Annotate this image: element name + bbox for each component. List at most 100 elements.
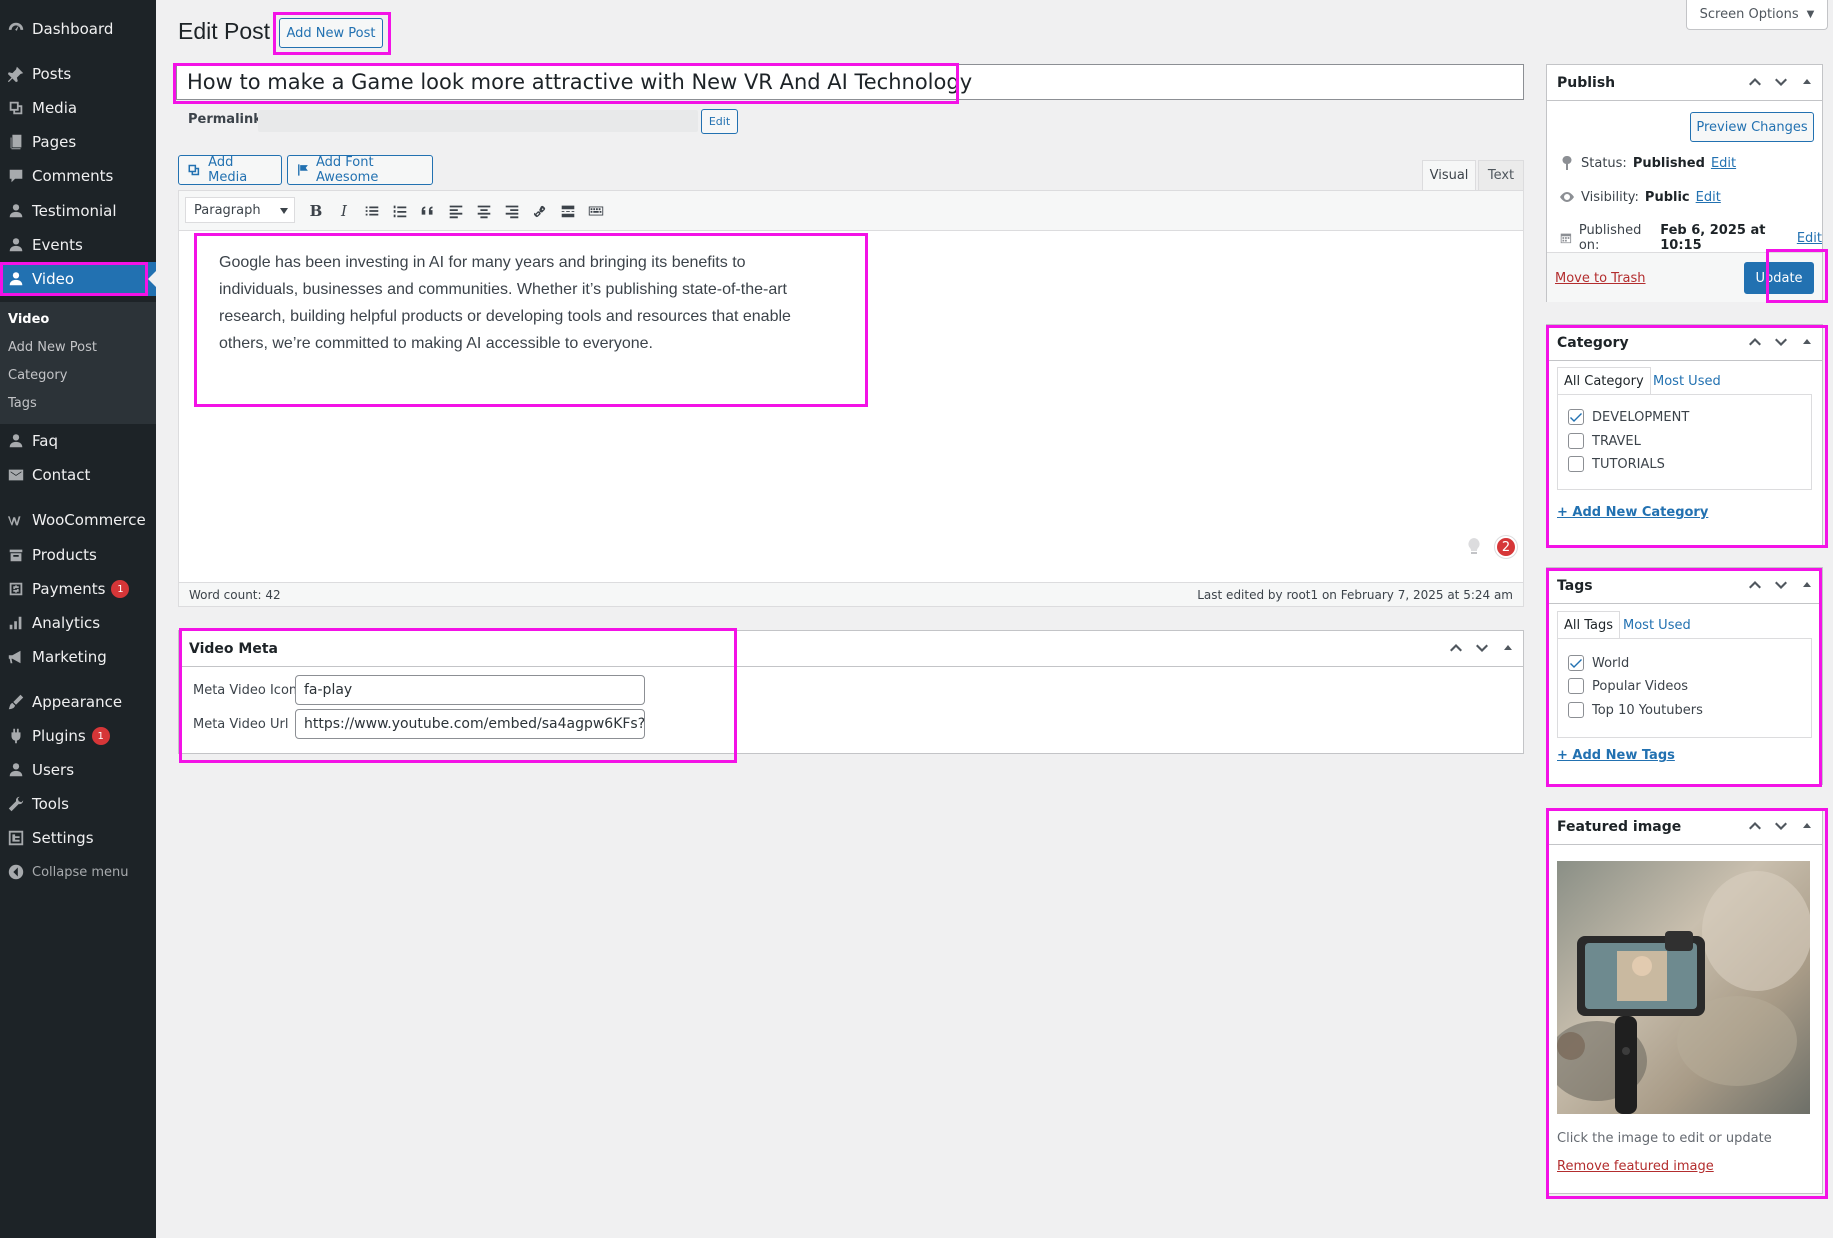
preview-changes-button[interactable]: Preview Changes: [1690, 112, 1814, 142]
tab-visual[interactable]: Visual: [1422, 160, 1476, 190]
toolbar-toggle-icon[interactable]: [583, 199, 609, 223]
chevron-up-icon[interactable]: [1746, 576, 1764, 594]
sidebar-item-pages[interactable]: Pages: [0, 125, 156, 159]
sidebar-item-contact[interactable]: Contact: [0, 458, 156, 492]
editor-content[interactable]: Google has been investing in AI for many…: [219, 249, 819, 357]
sidebar-item-payments[interactable]: Payments 1: [0, 572, 156, 606]
sidebar-item-products[interactable]: Products: [0, 538, 156, 572]
blockquote-icon[interactable]: [415, 199, 441, 223]
tag-item-world[interactable]: World: [1568, 655, 1629, 671]
sidebar-item-users[interactable]: Users: [0, 753, 156, 787]
sidebar-collapse-menu[interactable]: Collapse menu: [0, 855, 156, 889]
tab-all-category[interactable]: All Category: [1557, 367, 1651, 395]
sidebar-item-media[interactable]: Media: [0, 91, 156, 125]
caret-up-icon[interactable]: [1499, 639, 1517, 657]
link-icon[interactable]: [527, 199, 553, 223]
align-right-icon[interactable]: [499, 199, 525, 223]
sidebar-item-posts[interactable]: Posts: [0, 57, 156, 91]
bullet-list-icon[interactable]: [359, 199, 385, 223]
sidebar-item-events[interactable]: Events: [0, 228, 156, 262]
visibility-edit-link[interactable]: Edit: [1696, 190, 1721, 205]
move-to-trash-link[interactable]: Move to Trash: [1555, 271, 1646, 286]
submenu-tags[interactable]: Tags: [8, 396, 37, 411]
caret-up-icon[interactable]: [1798, 333, 1816, 351]
checkbox-unchecked[interactable]: [1568, 702, 1584, 718]
status-row: Status: Published Edit: [1559, 155, 1736, 171]
category-item-travel[interactable]: TRAVEL: [1568, 433, 1641, 449]
chevron-up-icon[interactable]: [1746, 333, 1764, 351]
update-button[interactable]: Update: [1744, 262, 1814, 294]
featured-image-thumbnail[interactable]: [1557, 861, 1810, 1114]
sidebar-item-testimonial[interactable]: Testimonial: [0, 194, 156, 228]
checkbox-unchecked[interactable]: [1568, 678, 1584, 694]
sidebar-item-tools[interactable]: Tools: [0, 787, 156, 821]
chevron-up-icon[interactable]: [1447, 639, 1465, 657]
add-new-tags-link[interactable]: + Add New Tags: [1557, 748, 1675, 763]
sidebar-item-video[interactable]: Video: [0, 262, 156, 296]
bold-icon[interactable]: B: [303, 199, 329, 223]
meta-video-url-input[interactable]: https://www.youtube.com/embed/sa4agpw6KF…: [295, 709, 645, 739]
format-select[interactable]: Paragraph: [185, 197, 295, 223]
meta-video-icon-input[interactable]: fa-play: [295, 675, 645, 705]
sidebar-item-comments[interactable]: Comments: [0, 159, 156, 193]
publish-header: Publish: [1547, 65, 1822, 101]
lightbulb-icon[interactable]: [1466, 537, 1482, 557]
chevron-down-icon[interactable]: [1473, 639, 1491, 657]
grammarly-badge[interactable]: 2: [1495, 536, 1517, 558]
caret-up-icon[interactable]: [1798, 73, 1816, 91]
sidebar-item-woocommerce[interactable]: WooCommerce: [0, 503, 156, 537]
sidebar-item-marketing[interactable]: Marketing: [0, 640, 156, 674]
tab-all-tags[interactable]: All Tags: [1557, 611, 1621, 639]
sidebar-item-analytics[interactable]: Analytics: [0, 606, 156, 640]
chevron-down-icon[interactable]: [1772, 576, 1790, 594]
status-edit-link[interactable]: Edit: [1711, 156, 1736, 171]
add-new-post-button[interactable]: Add New Post: [279, 18, 383, 48]
sidebar-item-faq[interactable]: Faq: [0, 424, 156, 458]
chevron-up-icon[interactable]: [1746, 73, 1764, 91]
caret-up-icon[interactable]: [1798, 817, 1816, 835]
align-center-icon[interactable]: [471, 199, 497, 223]
chevron-up-icon[interactable]: [1746, 817, 1764, 835]
checkbox-checked[interactable]: [1568, 655, 1584, 671]
sidebar-item-settings[interactable]: Settings: [0, 821, 156, 855]
published-edit-link[interactable]: Edit: [1797, 231, 1822, 246]
permalink-edit-button[interactable]: Edit: [701, 109, 738, 134]
tab-most-used-category[interactable]: Most Used: [1647, 367, 1727, 395]
post-title-input[interactable]: How to make a Game look more attractive …: [176, 64, 1524, 100]
featured-image-title: Featured image: [1557, 818, 1682, 835]
submenu-category[interactable]: Category: [8, 368, 67, 383]
remove-featured-image-link[interactable]: Remove featured image: [1557, 1159, 1714, 1174]
category-box: Category All Category Most Used DEVELOPM…: [1546, 324, 1823, 546]
add-font-awesome-button[interactable]: Add Font Awesome: [287, 155, 433, 185]
tag-item-popular-videos[interactable]: Popular Videos: [1568, 678, 1688, 694]
sidebar-item-plugins[interactable]: Plugins 1: [0, 719, 156, 753]
category-item-tutorials[interactable]: TUTORIALS: [1568, 456, 1665, 472]
italic-icon[interactable]: I: [331, 199, 357, 223]
payments-badge: 1: [111, 580, 130, 598]
chevron-down-icon[interactable]: [1772, 73, 1790, 91]
permalink-url-redacted[interactable]: [258, 110, 698, 132]
sidebar-item-appearance[interactable]: Appearance: [0, 685, 156, 719]
add-new-category-link[interactable]: + Add New Category: [1557, 505, 1708, 520]
submenu-video[interactable]: Video: [8, 312, 49, 327]
add-media-button[interactable]: Add Media: [178, 155, 282, 185]
tab-text[interactable]: Text: [1478, 160, 1524, 190]
screen-options-button[interactable]: Screen Options ▼: [1686, 0, 1828, 30]
chevron-down-icon[interactable]: [1772, 817, 1790, 835]
checkbox-checked[interactable]: [1568, 409, 1584, 425]
chevron-down-icon[interactable]: [1772, 333, 1790, 351]
align-left-icon[interactable]: [443, 199, 469, 223]
sidebar-item-dashboard[interactable]: Dashboard: [0, 12, 156, 46]
checkbox-unchecked[interactable]: [1568, 456, 1584, 472]
submenu-add-new-post[interactable]: Add New Post: [8, 340, 97, 355]
checkbox-unchecked[interactable]: [1568, 433, 1584, 449]
read-more-icon[interactable]: [555, 199, 581, 223]
tab-most-used-tags[interactable]: Most Used: [1617, 611, 1697, 639]
sidebar-item-label: Faq: [32, 432, 58, 450]
caret-up-icon[interactable]: [1798, 576, 1816, 594]
category-item-development[interactable]: DEVELOPMENT: [1568, 409, 1689, 425]
category-item-label: TRAVEL: [1592, 433, 1641, 449]
sidebar-item-label: Tools: [32, 795, 69, 813]
tag-item-top-10-youtubers[interactable]: Top 10 Youtubers: [1568, 702, 1703, 718]
numbered-list-icon[interactable]: [387, 199, 413, 223]
